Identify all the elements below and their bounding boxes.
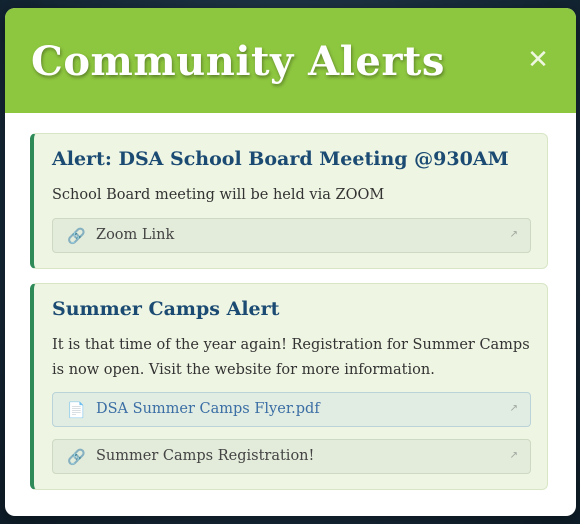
flyer-file-link[interactable]: 📄 DSA Summer Camps Flyer.pdf ↗ [52, 392, 531, 427]
link-label: Summer Camps Registration! [96, 448, 315, 464]
zoom-link[interactable]: 🔗 Zoom Link ↗ [52, 218, 531, 253]
modal-header: Community Alerts ✕ [5, 8, 576, 113]
link-label: Zoom Link [96, 227, 175, 243]
link-icon: 🔗 [67, 448, 86, 466]
alert-title: Alert: DSA School Board Meeting @930AM [52, 148, 509, 170]
registration-link[interactable]: 🔗 Summer Camps Registration! ↗ [52, 439, 531, 474]
modal-title: Community Alerts [31, 38, 445, 85]
document-icon: 📄 [67, 401, 86, 419]
link-icon: 🔗 [67, 227, 86, 245]
alert-text: School Board meeting will be held via ZO… [52, 187, 385, 203]
alert-card: Summer Camps Alert It is that time of th… [30, 283, 548, 490]
alert-card: Alert: DSA School Board Meeting @930AM S… [30, 133, 548, 269]
close-icon[interactable]: ✕ [524, 46, 552, 74]
external-link-icon: ↗ [509, 229, 518, 240]
community-alerts-modal: Community Alerts ✕ Alert: DSA School Boa… [5, 8, 576, 516]
link-label: DSA Summer Camps Flyer.pdf [96, 401, 320, 417]
external-link-icon: ↗ [509, 450, 518, 461]
alert-title: Summer Camps Alert [52, 298, 280, 320]
external-link-icon: ↗ [509, 403, 518, 414]
modal-body: Alert: DSA School Board Meeting @930AM S… [5, 113, 576, 516]
alert-text: It is that time of the year again! Regis… [52, 337, 530, 378]
